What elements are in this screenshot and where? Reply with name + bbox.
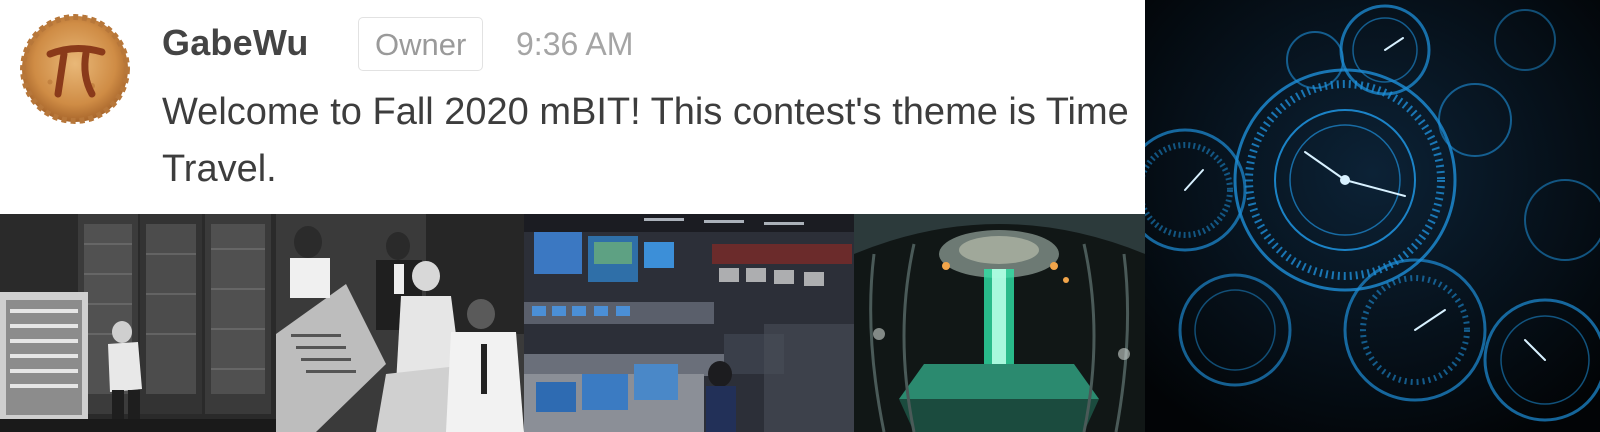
time-machine-console-photo[interactable] (854, 214, 1145, 432)
role-badge: Owner (358, 17, 484, 71)
mission-control-photo[interactable] (524, 214, 854, 432)
fractal-clocks-image[interactable] (1145, 0, 1600, 432)
username[interactable]: GabeWu (162, 22, 309, 64)
computer-operators-photo[interactable] (276, 214, 524, 432)
vintage-computer-photo[interactable] (0, 214, 276, 432)
message-timestamp: 9:36 AM (516, 26, 634, 62)
message-text: Welcome to Fall 2020 mBIT! This contest'… (162, 91, 1129, 190)
pi-pie-icon[interactable] (20, 14, 130, 124)
chat-message: GabeWu Owner 9:36 AM Welcome to Fall 202… (0, 0, 1145, 214)
